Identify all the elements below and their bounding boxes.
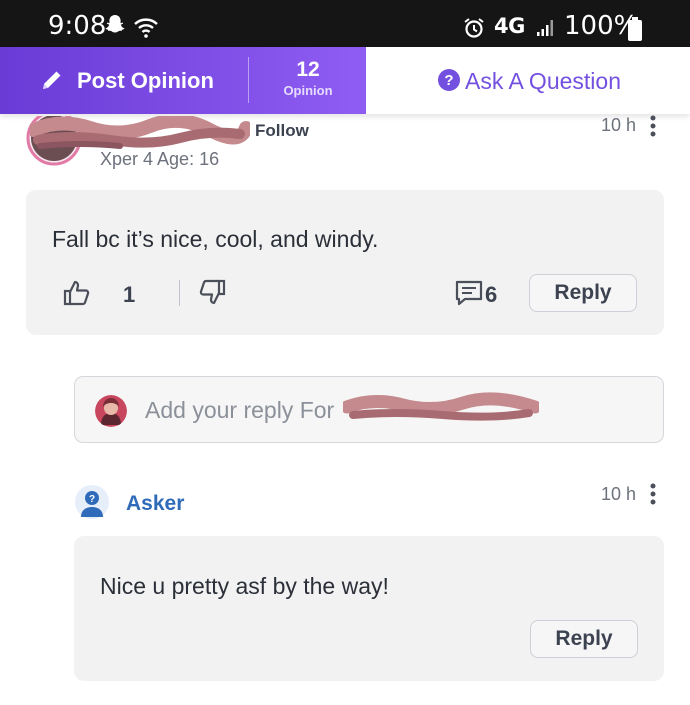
post-opinion-button[interactable]: Post Opinion 12 Opinion — [0, 47, 366, 114]
alarm-icon — [464, 18, 484, 38]
my-avatar — [95, 395, 127, 427]
post-opinion-label: Post Opinion — [77, 68, 214, 93]
reply-placeholder: Add your reply For — [145, 397, 335, 423]
reply-button[interactable]: Reply — [530, 620, 638, 658]
svg-text:?: ? — [444, 72, 453, 89]
status-time: 9:08 — [48, 11, 107, 41]
thumbs-down-icon[interactable] — [198, 278, 226, 306]
asker-reply-card: Nice u pretty asf by the way! Reply — [74, 536, 664, 681]
redacted-username-scribble — [343, 392, 539, 421]
wifi-icon — [134, 18, 158, 38]
reply-input[interactable]: Add your reply For — [74, 376, 664, 443]
action-bar: Post Opinion 12 Opinion ? Ask A Question — [0, 47, 690, 114]
network-label: 4G — [494, 14, 525, 38]
opinion-timestamp: 10 h — [601, 115, 637, 135]
vote-divider — [179, 280, 180, 306]
ask-question-button[interactable]: ? Ask A Question — [366, 47, 690, 114]
pencil-icon — [43, 71, 61, 89]
comment-icon[interactable] — [455, 280, 483, 306]
asker-avatar-icon: ? — [75, 485, 109, 519]
more-options-icon[interactable] — [646, 482, 660, 506]
divider — [248, 57, 249, 103]
ask-question-label: Ask A Question — [465, 68, 621, 94]
opinion-text: Fall bc it’s nice, cool, and windy. — [52, 226, 379, 252]
opinion-count: 12 — [296, 58, 320, 81]
follow-button[interactable]: Follow — [255, 121, 309, 141]
opinion-count-label: Opinion — [283, 83, 333, 98]
thumbs-up-icon[interactable] — [63, 279, 91, 307]
battery-icon — [628, 17, 642, 41]
snapchat-icon — [105, 15, 125, 33]
more-options-icon[interactable] — [646, 114, 660, 138]
user-xper-info: Xper 4 Age: 16 — [100, 149, 220, 169]
question-icon: ? — [438, 69, 460, 91]
asker-reply-text: Nice u pretty asf by the way! — [100, 573, 389, 599]
reply-timestamp: 10 h — [601, 484, 637, 504]
signal-icon — [537, 20, 553, 36]
comment-count: 6 — [485, 282, 498, 307]
reply-button[interactable]: Reply — [529, 274, 637, 312]
status-bar: 9:08 4G 100% — [0, 0, 690, 47]
like-count: 1 — [123, 282, 136, 307]
opinion-card: Fall bc it’s nice, cool, and windy. 1 6 … — [26, 190, 664, 335]
svg-text:?: ? — [89, 494, 95, 505]
asker-name[interactable]: Asker — [126, 492, 184, 516]
